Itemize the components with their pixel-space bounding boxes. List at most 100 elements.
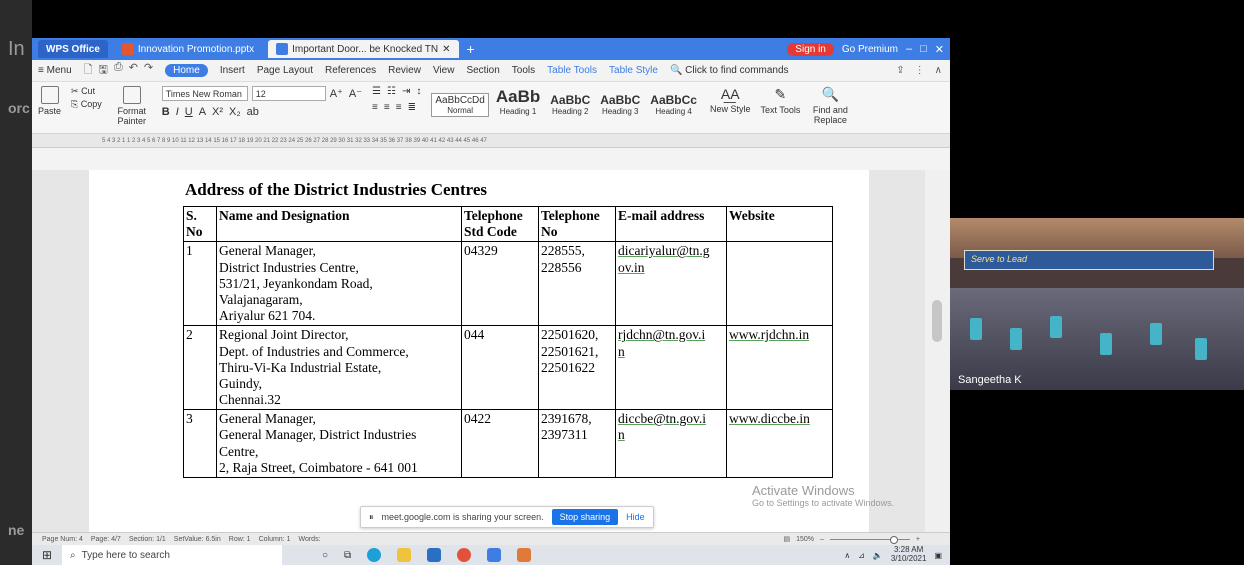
style-normal[interactable]: AaBbCcDd Normal xyxy=(431,93,489,117)
cell-sno[interactable]: 2 xyxy=(183,325,217,411)
style-heading-2[interactable]: AaBbC Heading 2 xyxy=(547,92,593,117)
tab-wps-office[interactable]: WPS Office xyxy=(38,40,108,58)
tab-page-layout[interactable]: Page Layout xyxy=(257,65,313,76)
text-tools-icon[interactable]: ✎ xyxy=(775,86,787,103)
sort-icon[interactable]: ↕ xyxy=(416,86,421,97)
tab-view[interactable]: View xyxy=(433,65,455,76)
collapse-ribbon-icon[interactable]: ∧ xyxy=(935,65,942,76)
zoom-slider[interactable] xyxy=(829,535,910,544)
cell-telephone[interactable]: 22501620, 22501621, 22501622 xyxy=(538,325,616,411)
stop-sharing-button[interactable]: Stop sharing xyxy=(551,509,619,525)
cell-std-code[interactable]: 04329 xyxy=(461,241,539,327)
superscript-icon[interactable]: X² xyxy=(212,106,223,118)
tab-section[interactable]: Section xyxy=(466,65,499,76)
zoom-out-icon[interactable]: – xyxy=(820,536,824,543)
cell-std-code[interactable]: 0422 xyxy=(461,409,539,478)
paste-label[interactable]: Paste xyxy=(38,106,61,116)
edge-icon[interactable] xyxy=(367,548,382,562)
status-words[interactable]: Words: xyxy=(298,536,320,543)
find-replace-icon[interactable]: 🔍 xyxy=(822,86,839,103)
cell-name[interactable]: General Manager, District Industries Cen… xyxy=(216,241,462,327)
cell-name[interactable]: Regional Joint Director, Dept. of Indust… xyxy=(216,325,462,411)
undo-icon[interactable]: ↶ xyxy=(129,61,138,80)
tab-table-tools[interactable]: Table Tools xyxy=(547,65,597,76)
new-tab-button[interactable]: + xyxy=(467,41,475,57)
chrome-icon[interactable] xyxy=(457,548,472,562)
bold-icon[interactable]: B xyxy=(162,106,170,118)
volume-icon[interactable]: 🔈 xyxy=(873,551,883,560)
italic-icon[interactable]: I xyxy=(176,106,179,118)
sign-in-button[interactable]: Sign in xyxy=(787,42,834,56)
hide-button[interactable]: Hide xyxy=(626,512,645,522)
go-premium-link[interactable]: Go Premium xyxy=(842,44,898,55)
network-icon[interactable]: ⊿ xyxy=(858,551,865,560)
participant-video-tile[interactable]: Serve to Lead Sangeetha K xyxy=(950,218,1244,390)
new-style-label[interactable]: New Style xyxy=(710,104,751,114)
cell-name[interactable]: General Manager, General Manager, Distri… xyxy=(216,409,462,478)
cell-website[interactable] xyxy=(726,241,833,327)
cell-website[interactable]: www.diccbe.in xyxy=(726,409,833,478)
command-search[interactable]: 🔍 Click to find commands xyxy=(670,65,789,76)
tab-tools[interactable]: Tools xyxy=(512,65,535,76)
copy-button[interactable]: ⎘ Copy xyxy=(71,99,102,110)
task-view-icon[interactable]: ⧉ xyxy=(344,550,351,561)
cell-email[interactable]: diccbe@tn.gov.i n xyxy=(615,409,727,478)
zoom-in-icon[interactable]: + xyxy=(916,536,920,543)
main-menu-button[interactable]: ≡ Menu xyxy=(38,65,72,76)
share-icon[interactable]: ⇪ xyxy=(896,65,904,76)
print-icon[interactable]: ⎙ xyxy=(114,61,123,80)
bullets-icon[interactable]: ☰ xyxy=(372,86,381,97)
view-mode-icon[interactable]: ▤ xyxy=(783,535,790,543)
zoom-level[interactable]: 150% xyxy=(796,536,814,543)
new-icon[interactable]: 🗋 xyxy=(84,61,93,80)
numbering-icon[interactable]: ☷ xyxy=(387,86,396,97)
redo-icon[interactable]: ↷ xyxy=(144,61,153,80)
status-page[interactable]: Page: 4/7 xyxy=(91,536,121,543)
dic-table[interactable]: S. No Name and Designation Telephone Std… xyxy=(183,205,833,478)
style-heading-4[interactable]: AaBbCc Heading 4 xyxy=(647,92,700,117)
document-page[interactable]: Address of the District Industries Centr… xyxy=(89,170,869,532)
cortana-icon[interactable]: ○ xyxy=(322,550,328,561)
save-icon[interactable]: 🖫 xyxy=(99,61,108,80)
paste-icon[interactable] xyxy=(40,86,59,104)
format-painter-label[interactable]: Format Painter xyxy=(112,106,152,126)
cell-email[interactable]: rjdchn@tn.gov.i n xyxy=(615,325,727,411)
tab-table-style[interactable]: Table Style xyxy=(609,65,658,76)
font-color-icon[interactable]: A xyxy=(199,106,206,118)
tab-review[interactable]: Review xyxy=(388,65,421,76)
font-name-select[interactable]: Times New Roman xyxy=(161,86,248,101)
file-explorer-icon[interactable] xyxy=(397,548,412,562)
wps-writer-icon[interactable] xyxy=(487,548,502,562)
maximize-button[interactable]: □ xyxy=(920,43,927,55)
text-tools-label[interactable]: Text Tools xyxy=(760,105,800,115)
justify-icon[interactable]: ≣ xyxy=(408,102,416,113)
new-style-icon[interactable]: A͟A xyxy=(721,86,740,102)
taskbar-search[interactable]: ⌕ Type here to search xyxy=(62,545,282,565)
tab-pptx[interactable]: Innovation Promotion.pptx xyxy=(114,40,262,58)
vertical-scrollbar[interactable] xyxy=(925,170,950,532)
align-right-icon[interactable]: ≡ xyxy=(396,102,402,113)
cell-email[interactable]: dicariyalur@tn.g ov.in xyxy=(615,241,727,327)
more-icon[interactable]: ⋮ xyxy=(915,65,925,76)
close-window-button[interactable]: ✕ xyxy=(935,43,944,56)
notification-icon[interactable]: ▣ xyxy=(934,551,942,560)
scrollbar-thumb[interactable] xyxy=(932,300,942,342)
tray-chevron-icon[interactable]: ∧ xyxy=(844,551,850,560)
grow-font-icon[interactable]: A⁺ xyxy=(330,87,343,100)
find-replace-label[interactable]: Find and Replace xyxy=(810,105,850,125)
cell-sno[interactable]: 3 xyxy=(183,409,217,478)
shrink-font-icon[interactable]: A⁻ xyxy=(349,87,362,100)
cell-sno[interactable]: 1 xyxy=(183,241,217,327)
align-left-icon[interactable]: ≡ xyxy=(372,102,378,113)
font-size-select[interactable]: 12 xyxy=(251,86,326,101)
align-center-icon[interactable]: ≡ xyxy=(384,102,390,113)
subscript-icon[interactable]: X₂ xyxy=(229,106,241,118)
style-heading-1[interactable]: AaBb Heading 1 xyxy=(493,86,543,117)
tab-references[interactable]: References xyxy=(325,65,376,76)
style-heading-3[interactable]: AaBbC Heading 3 xyxy=(597,92,643,117)
cell-std-code[interactable]: 044 xyxy=(461,325,539,411)
windows-start-icon[interactable]: ⊞ xyxy=(32,548,62,562)
minimize-button[interactable]: – xyxy=(906,43,912,55)
tab-insert[interactable]: Insert xyxy=(220,65,245,76)
underline-icon[interactable]: U xyxy=(185,106,193,118)
